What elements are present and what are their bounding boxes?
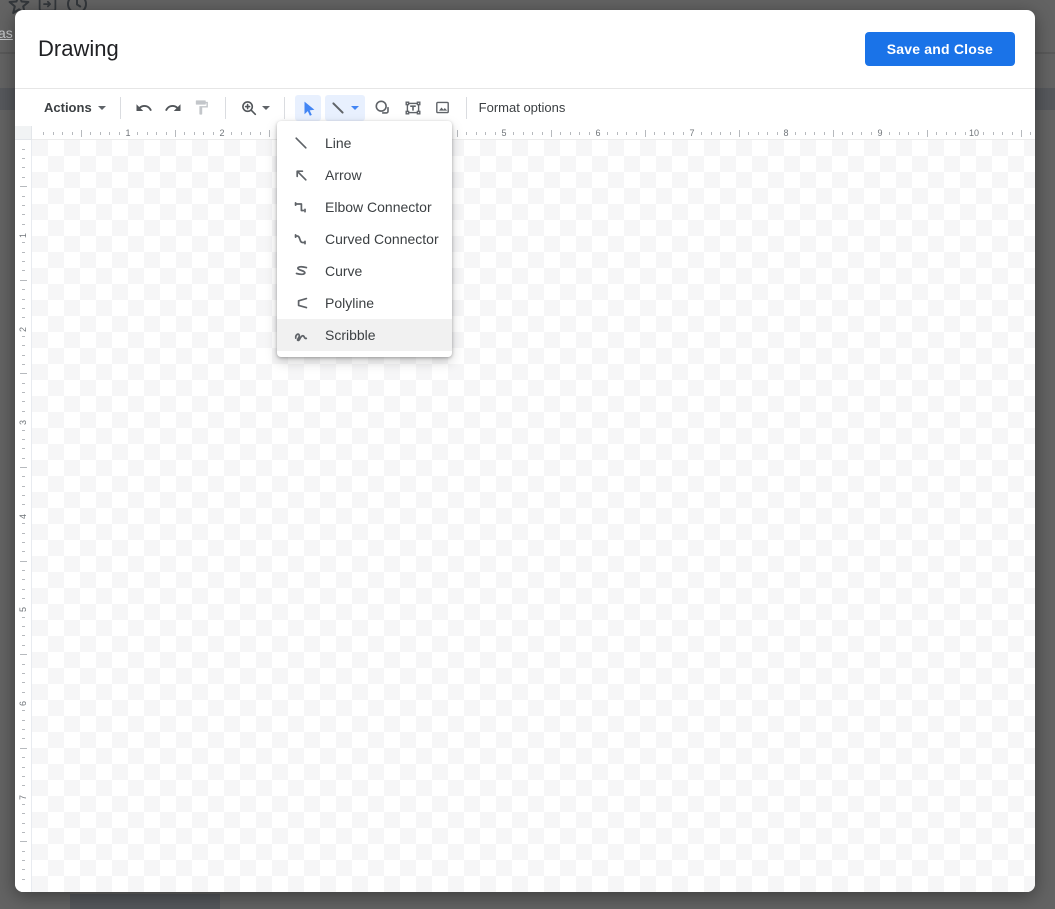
chevron-down-icon — [262, 106, 270, 110]
paint-format-icon — [193, 99, 210, 116]
text-box-tool-button[interactable] — [400, 95, 426, 121]
image-tool-icon — [434, 99, 451, 116]
dialog-title: Drawing — [38, 36, 865, 62]
ruler-number: 10 — [969, 128, 979, 138]
menu-item-label: Line — [325, 135, 351, 151]
redo-button[interactable] — [160, 95, 186, 121]
paint-format-button[interactable] — [189, 95, 215, 121]
menu-item-curved-connector[interactable]: Curved Connector — [277, 223, 452, 255]
ruler-number: 2 — [18, 322, 28, 332]
shape-tool-button[interactable] — [370, 95, 396, 121]
line-tool-button[interactable] — [325, 95, 365, 121]
redo-icon — [164, 99, 182, 117]
menu-item-arrow[interactable]: Arrow — [277, 159, 452, 191]
ruler-number: 1 — [18, 228, 28, 238]
line-icon — [293, 135, 309, 151]
undo-icon — [135, 99, 153, 117]
ruler-number: 4 — [18, 509, 28, 519]
drawing-toolbar: Actions — [15, 88, 1035, 126]
zoom-button[interactable] — [236, 95, 274, 121]
ruler-number: 9 — [877, 128, 882, 138]
actions-menu-button[interactable]: Actions — [40, 100, 110, 115]
chevron-down-icon — [351, 106, 359, 110]
ruler-number: 7 — [18, 790, 28, 800]
zoom-icon — [240, 99, 258, 117]
ruler-corner — [15, 126, 32, 140]
menu-item-scribble[interactable]: Scribble — [277, 319, 452, 351]
toolbar-separator — [466, 97, 467, 119]
select-tool-button[interactable] — [295, 95, 321, 121]
menu-item-label: Curve — [325, 263, 362, 279]
toolbar-separator — [225, 97, 226, 119]
save-and-close-button[interactable]: Save and Close — [865, 32, 1015, 66]
backdrop-link[interactable]: as — [0, 25, 13, 41]
ruler-number: 3 — [18, 415, 28, 425]
ruler-number: 6 — [18, 696, 28, 706]
line-tool-menu: Line Arrow Elbow Connector Curved Connector… — [277, 121, 452, 357]
scribble-icon — [293, 327, 309, 343]
select-tool-icon — [299, 99, 317, 117]
menu-item-polyline[interactable]: Polyline — [277, 287, 452, 319]
drawing-dialog: Drawing Save and Close Actions — [15, 10, 1035, 892]
actions-label: Actions — [44, 100, 92, 115]
ruler-number: 6 — [595, 128, 600, 138]
text-box-tool-icon — [404, 99, 422, 117]
vertical-ruler: 1 2 3 4 5 6 7 — [15, 140, 32, 892]
shape-tool-icon — [374, 99, 391, 116]
elbow-connector-icon — [293, 199, 309, 215]
ruler-number: 5 — [18, 602, 28, 612]
line-tool-icon — [330, 100, 346, 116]
curve-icon — [293, 263, 309, 279]
menu-item-label: Scribble — [325, 327, 376, 343]
backdrop-bottom-element — [70, 894, 220, 909]
format-options-button[interactable]: Format options — [479, 100, 566, 115]
menu-item-label: Polyline — [325, 295, 374, 311]
toolbar-separator — [120, 97, 121, 119]
ruler-number: 2 — [219, 128, 224, 138]
ruler-number: 5 — [501, 128, 506, 138]
ruler-number: 7 — [689, 128, 694, 138]
menu-item-label: Elbow Connector — [325, 199, 432, 215]
polyline-icon — [293, 295, 309, 311]
chevron-down-icon — [98, 106, 106, 110]
drawing-canvas[interactable] — [32, 140, 1035, 892]
undo-button[interactable] — [131, 95, 157, 121]
toolbar-separator — [284, 97, 285, 119]
curved-connector-icon — [293, 231, 309, 247]
horizontal-ruler: 12345678910 — [32, 126, 1035, 140]
menu-item-label: Arrow — [325, 167, 362, 183]
menu-item-line[interactable]: Line — [277, 127, 452, 159]
image-tool-button[interactable] — [430, 95, 456, 121]
menu-item-label: Curved Connector — [325, 231, 439, 247]
dialog-header: Drawing Save and Close — [15, 10, 1035, 88]
arrow-icon — [293, 167, 309, 183]
ruler-number: 1 — [125, 128, 130, 138]
menu-item-elbow-connector[interactable]: Elbow Connector — [277, 191, 452, 223]
menu-item-curve[interactable]: Curve — [277, 255, 452, 287]
ruler-number: 8 — [783, 128, 788, 138]
